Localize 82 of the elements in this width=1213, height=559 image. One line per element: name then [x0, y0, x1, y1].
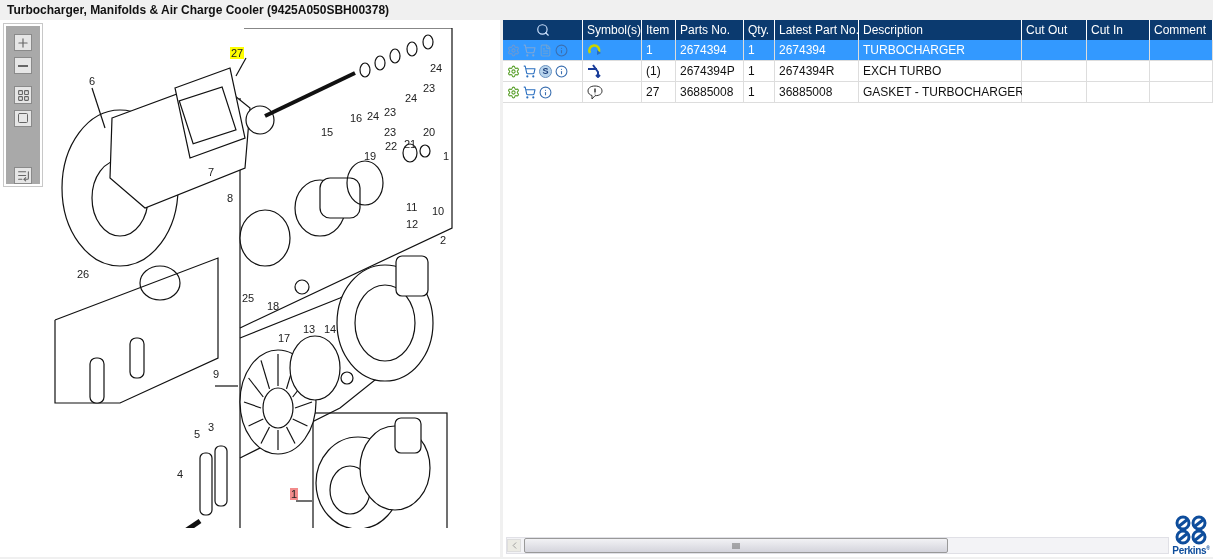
fit-grid-button[interactable]	[14, 86, 32, 104]
callout-number[interactable]: 6	[88, 75, 97, 87]
supersession-badge[interactable]: S	[539, 64, 552, 78]
plus-icon	[16, 35, 30, 50]
column-header[interactable]: Qty.	[744, 20, 775, 40]
gear-icon[interactable]	[507, 85, 520, 99]
callout-number[interactable]: 13	[302, 323, 317, 335]
list-arrow-icon	[16, 168, 30, 182]
callout-number[interactable]: 23	[383, 106, 398, 118]
column-header[interactable]: Comment	[1150, 20, 1213, 40]
info-icon[interactable]	[555, 64, 568, 78]
callout-number[interactable]: 10	[431, 205, 446, 217]
zoom-out-button[interactable]	[14, 57, 32, 75]
table-cell: 2674394	[676, 40, 744, 61]
column-header[interactable]: Parts No.	[676, 20, 744, 40]
callout-number[interactable]: 17	[277, 332, 292, 344]
grip-icon	[732, 542, 740, 549]
callout-number[interactable]: 2	[439, 234, 448, 246]
callout-number[interactable]: 11	[405, 201, 419, 213]
callout-number[interactable]: 8	[226, 192, 235, 204]
table-cell: 1	[744, 82, 775, 103]
callout-number[interactable]: 3	[207, 421, 216, 433]
callout-number[interactable]: 15	[320, 126, 335, 138]
scrollbar-thumb[interactable]	[524, 538, 948, 553]
callout-number[interactable]: 1	[442, 150, 451, 162]
callout-number[interactable]: 14	[323, 323, 338, 335]
callout-number[interactable]: 20	[422, 126, 437, 138]
callout-number[interactable]: 12	[405, 218, 420, 230]
callout-number[interactable]: 24	[366, 110, 381, 122]
minus-icon	[18, 64, 28, 67]
table-row[interactable]	[503, 82, 583, 103]
logo-icon	[1174, 514, 1208, 545]
circular-arrow-icon	[587, 43, 603, 57]
grid-icon	[16, 88, 30, 102]
callout-number[interactable]: 4	[176, 468, 185, 480]
callout-number[interactable]: 18	[266, 300, 281, 312]
column-header[interactable]: Cut Out	[1022, 20, 1087, 40]
table-cell: 1	[642, 40, 676, 61]
table-cell: 2674394	[775, 40, 859, 61]
table-cell: 27	[642, 82, 676, 103]
callout-number[interactable]: 24	[404, 92, 419, 104]
table-cell: 1	[744, 61, 775, 82]
callout-number[interactable]: 23	[422, 82, 437, 94]
export-list-button[interactable]	[14, 166, 32, 184]
logo-text: Perkins$^{®}$	[1172, 544, 1210, 556]
horizontal-scrollbar[interactable]	[506, 537, 1169, 554]
search-icon[interactable]	[535, 23, 550, 37]
zoom-in-button[interactable]	[14, 34, 32, 52]
column-header[interactable]: Latest Part No.	[775, 20, 859, 40]
table-cell: 2674394P	[676, 61, 744, 82]
column-header[interactable]: Description	[859, 20, 1022, 40]
callout-number[interactable]: 25	[241, 292, 256, 304]
callout-number[interactable]: 19	[363, 150, 378, 162]
table-cell: 2674394R	[775, 61, 859, 82]
callout-number[interactable]: 22	[384, 140, 399, 152]
table-cell: TURBOCHARGER	[859, 40, 1022, 61]
table-cell: 36885008	[676, 82, 744, 103]
info-icon[interactable]	[539, 85, 552, 99]
column-header[interactable]: Cut In	[1087, 20, 1150, 40]
square-icon	[17, 112, 29, 125]
callout-number[interactable]: 24	[429, 62, 444, 74]
table-cell: GASKET - TURBOCHARGER	[859, 82, 1022, 103]
actual-size-button[interactable]	[14, 109, 32, 127]
callout-number[interactable]: 23	[383, 126, 398, 138]
column-header[interactable]: Item	[642, 20, 676, 40]
callout-number[interactable]: 5	[193, 428, 202, 440]
gear-icon[interactable]	[507, 64, 520, 78]
callout-number[interactable]: 26	[76, 268, 91, 280]
cart-icon[interactable]	[523, 64, 536, 78]
cart-icon[interactable]	[523, 85, 536, 99]
callout-number[interactable]: 7	[207, 166, 216, 178]
callout-number[interactable]: 1	[290, 488, 299, 500]
window-title: Turbocharger, Manifolds & Air Charge Cooler (9425A050SBH00378)	[6, 2, 391, 19]
table-cell: (1)	[642, 61, 676, 82]
column-header[interactable]: Symbol(s)	[583, 20, 642, 40]
table-cell: 36885008	[775, 82, 859, 103]
callout-number[interactable]: 27	[230, 47, 245, 59]
callout-number[interactable]: 9	[212, 368, 221, 380]
callout-number[interactable]: 16	[349, 112, 364, 124]
table-cell: EXCH TURBO	[859, 61, 1022, 82]
table-row[interactable]: S	[503, 61, 583, 82]
table-cell: 1	[744, 40, 775, 61]
